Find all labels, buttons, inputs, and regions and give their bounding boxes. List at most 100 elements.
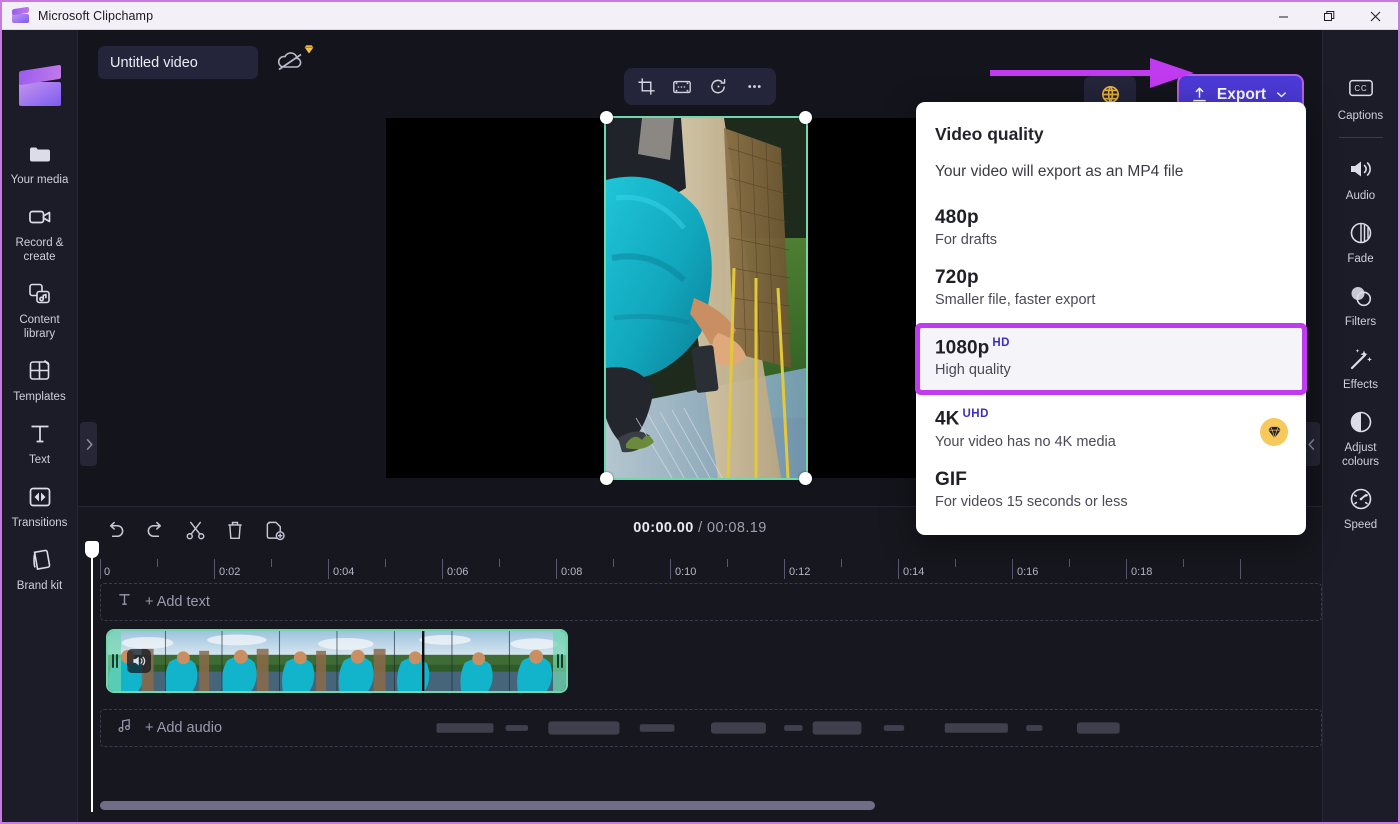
sidebar-label: Content library: [19, 314, 60, 341]
resize-handle-bottom-right[interactable]: [799, 472, 812, 485]
title-bar: Microsoft Clipchamp: [2, 2, 1398, 30]
scrollbar-thumb[interactable]: [100, 801, 875, 810]
project-name-value: Untitled video: [110, 54, 198, 71]
export-option-480p[interactable]: 480p For drafts: [916, 201, 1306, 261]
option-desc: Your video has no 4K media: [935, 433, 1116, 450]
option-badge: HD: [992, 337, 1010, 349]
ruler-label: 0:12: [789, 566, 811, 578]
fade-icon: [1348, 220, 1374, 246]
sidebar-item-effects[interactable]: Effects: [1325, 337, 1397, 400]
sidebar-item-text[interactable]: Text: [4, 412, 76, 475]
clip-audio-button[interactable]: [127, 649, 151, 673]
clipchamp-window: Microsoft Clipchamp Your media Record & …: [0, 0, 1400, 824]
export-option-gif[interactable]: GIF For videos 15 seconds or less: [916, 463, 1306, 523]
ruler-label: 0:16: [1017, 566, 1039, 578]
video-still: [606, 118, 806, 478]
sidebar-item-filters[interactable]: Filters: [1325, 274, 1397, 337]
project-name-input[interactable]: Untitled video: [98, 46, 258, 79]
music-note-icon: [117, 718, 132, 738]
export-menu-subtitle: Your video will export as an MP4 file: [935, 163, 1184, 180]
sidebar-item-transitions[interactable]: Transitions: [4, 475, 76, 538]
window-title: Microsoft Clipchamp: [38, 8, 154, 23]
transitions-icon: [27, 484, 53, 510]
video-clip[interactable]: [106, 629, 568, 693]
scissors-icon: [186, 521, 204, 539]
left-sidebar: Your media Record & create Content libra…: [2, 30, 78, 822]
timeline-ruler[interactable]: 0 0:02 0:04 0:06 0:08 0:10 0:12 0:14 0:1: [100, 553, 1322, 583]
export-quality-menu: Video quality Your video will export as …: [916, 102, 1306, 535]
export-option-4k[interactable]: 4K UHD Your video has no 4K media: [916, 402, 1306, 462]
cloud-save-toggle[interactable]: [274, 44, 314, 80]
duplicate-icon: [266, 521, 285, 540]
closed-caption-icon: CC: [1348, 77, 1374, 103]
minimize-button[interactable]: [1260, 2, 1306, 30]
export-option-720p[interactable]: 720p Smaller file, faster export: [916, 261, 1306, 321]
delete-button[interactable]: [220, 516, 250, 544]
clip-trim-handle-left[interactable]: [108, 631, 121, 691]
split-button[interactable]: [180, 516, 210, 544]
text-track[interactable]: + Add text: [100, 583, 1322, 621]
audio-waveform: [436, 721, 1120, 735]
current-time: 00:00.00: [633, 520, 694, 536]
export-menu-title: Video quality: [935, 124, 1044, 144]
duplicate-button[interactable]: [260, 516, 290, 544]
collapse-left-panel-button[interactable]: [80, 422, 97, 466]
playhead-knob[interactable]: [85, 541, 99, 558]
sidebar-item-your-media[interactable]: Your media: [4, 132, 76, 195]
option-name: 720p: [935, 267, 979, 288]
sidebar-label: Templates: [13, 391, 66, 404]
camera-icon: [27, 204, 53, 230]
option-desc: For videos 15 seconds or less: [935, 493, 1128, 510]
sidebar-item-record-create[interactable]: Record & create: [4, 195, 76, 272]
sidebar-item-captions[interactable]: CC Captions: [1325, 68, 1397, 131]
undo-button[interactable]: [100, 516, 130, 544]
sidebar-label: Effects: [1343, 379, 1378, 392]
sidebar-item-templates[interactable]: Templates: [4, 349, 76, 412]
undo-icon: [109, 521, 123, 537]
time-separator: /: [693, 520, 708, 536]
redo-button[interactable]: [140, 516, 170, 544]
close-button[interactable]: [1352, 2, 1398, 30]
export-option-1080p[interactable]: 1080p HD High quality: [920, 328, 1302, 391]
sidebar-item-brand-kit[interactable]: Brand kit: [4, 538, 76, 601]
option-name: 4K: [935, 408, 960, 430]
sidebar-label: Text: [28, 454, 51, 467]
timeline-tracks: + Add text + Add audio: [100, 583, 1322, 788]
option-badge: UHD: [962, 408, 989, 421]
sidebar-label: Captions: [1337, 110, 1384, 122]
sidebar-item-speed[interactable]: Speed: [1325, 477, 1397, 540]
video-frame[interactable]: [604, 116, 808, 480]
option-name: 1080p: [935, 337, 990, 359]
clipchamp-brand-icon: [18, 64, 61, 106]
playhead[interactable]: [85, 541, 99, 812]
sidebar-label: Record & create: [15, 237, 64, 264]
sidebar-item-audio[interactable]: Audio: [1325, 148, 1397, 211]
clip-trim-handle-right[interactable]: [553, 631, 566, 691]
timeline-scrollbar[interactable]: [100, 801, 1292, 810]
ruler-label: 0: [104, 566, 111, 578]
text-icon: [27, 421, 53, 447]
speaker-icon: [132, 656, 145, 666]
resize-handle-top-right[interactable]: [799, 111, 812, 124]
adjust-colours-icon: [1348, 409, 1374, 435]
add-text-label: + Add text: [145, 594, 210, 610]
ruler-label: 0:14: [903, 566, 925, 578]
sidebar-label: Audio: [1345, 190, 1376, 203]
maximize-button[interactable]: [1306, 2, 1352, 30]
resize-handle-top-left[interactable]: [600, 111, 613, 124]
sidebar-item-content-library[interactable]: Content library: [4, 272, 76, 349]
effects-wand-icon: [1348, 346, 1374, 372]
option-desc: High quality: [935, 362, 1011, 379]
audio-track[interactable]: + Add audio: [100, 709, 1322, 747]
sidebar-item-adjust-colours[interactable]: Adjust colours: [1325, 400, 1397, 477]
sidebar-divider: [1338, 137, 1383, 139]
resize-handle-bottom-left[interactable]: [600, 472, 613, 485]
total-time: 00:08.19: [707, 520, 767, 536]
timecode-display: 00:00.00 / 00:08.19: [633, 520, 766, 536]
brand-kit-icon: [27, 547, 53, 573]
ruler-label: 0:02: [219, 566, 241, 578]
timeline-tools: [100, 516, 290, 544]
templates-icon: [27, 358, 53, 384]
clip-thumbnails: [108, 631, 566, 691]
sidebar-item-fade[interactable]: Fade: [1325, 211, 1397, 274]
